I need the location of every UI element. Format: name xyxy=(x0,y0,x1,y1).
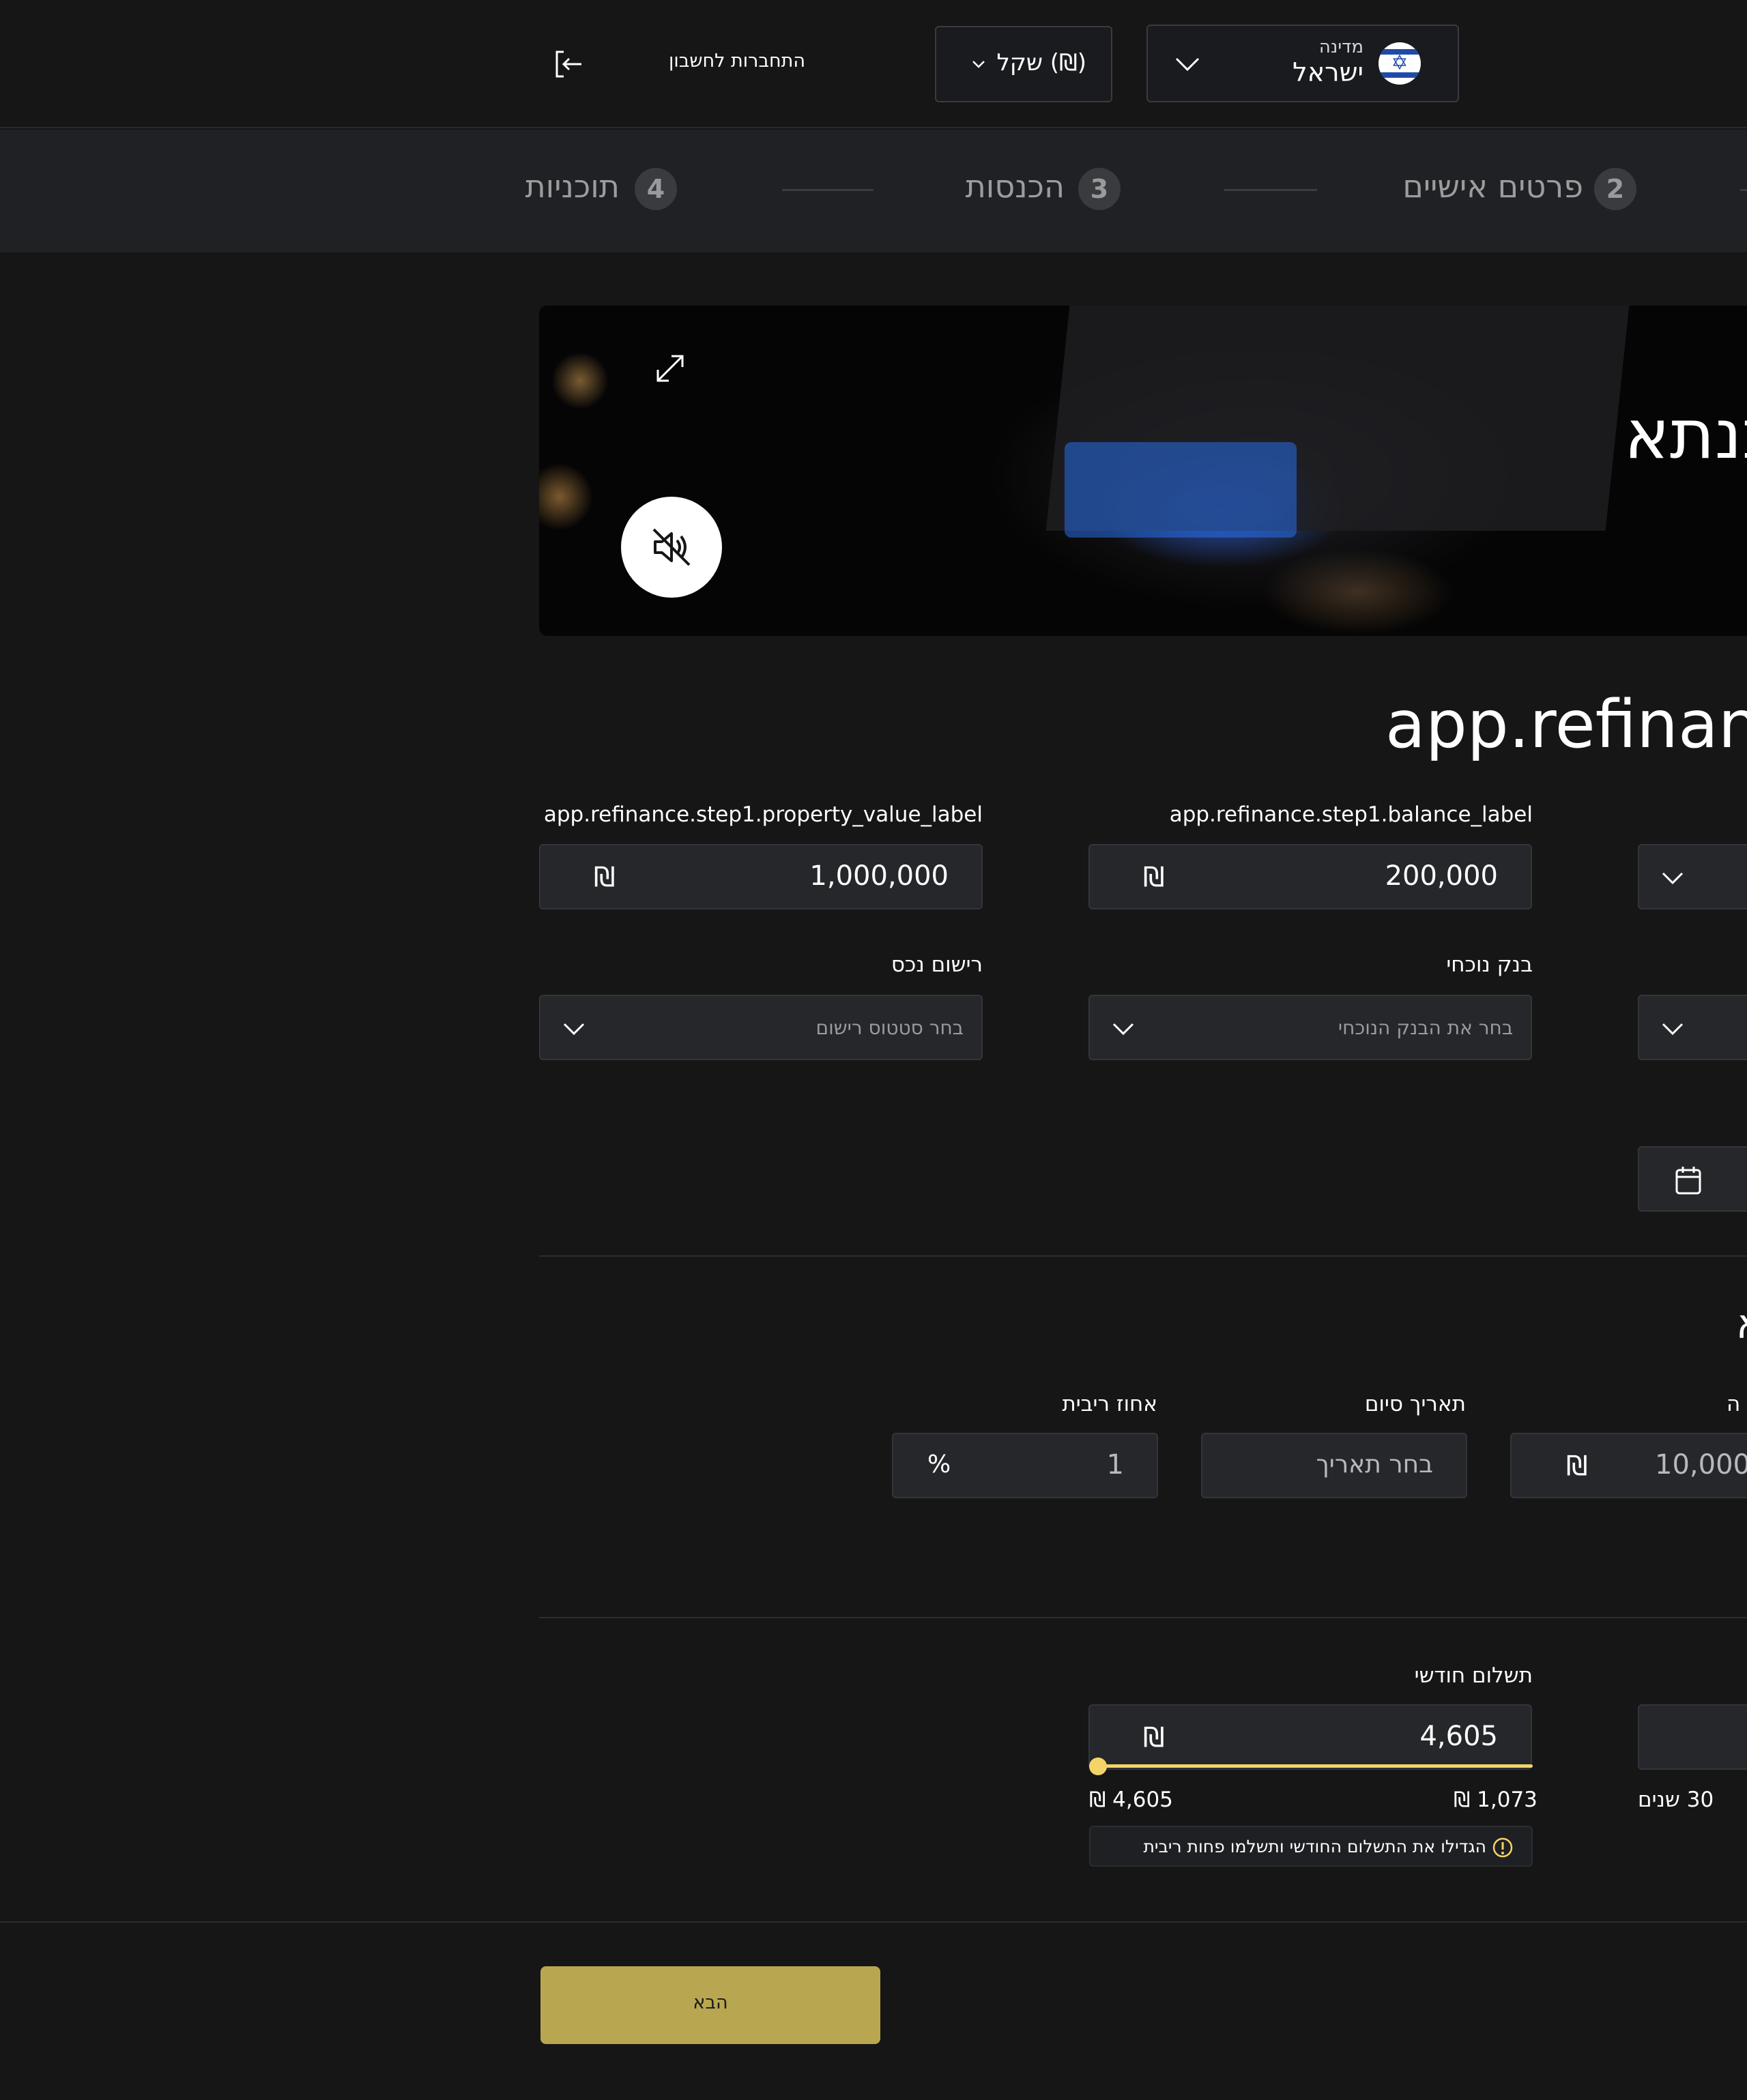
partial-amount-label: ה xyxy=(1727,1392,1741,1416)
property-registration-select[interactable]: בחר סטטוס רישום xyxy=(539,995,983,1060)
interest-rate-value: 1 xyxy=(1106,1449,1124,1481)
hint-box: הגדילו את התשלום החודשי ותשלמו פחות ריבי… xyxy=(1089,1826,1533,1867)
balance-value: 200,000 xyxy=(1385,860,1498,892)
slider-min-label: ₪ 4,605 xyxy=(1089,1788,1173,1812)
page-heading: app.refinanc xyxy=(1385,686,1747,763)
monthly-payment-value: 4,605 xyxy=(1419,1721,1498,1752)
israel-flag-icon: ✡ xyxy=(1378,42,1421,85)
calendar-icon xyxy=(1675,1167,1701,1195)
expand-icon[interactable] xyxy=(652,351,688,386)
property-value-input[interactable]: 1,000,000 ₪ xyxy=(539,844,983,909)
section-heading-partial: א xyxy=(1736,1300,1747,1348)
partial-amount-input[interactable]: 10,000 ₪ xyxy=(1510,1433,1747,1498)
period-input-partial[interactable] xyxy=(1638,1704,1747,1770)
hint-text: הגדילו את התשלום החודשי ותשלמו פחות ריבי… xyxy=(1143,1837,1486,1856)
monthly-payment-input[interactable]: 4,605 ₪ xyxy=(1088,1704,1532,1770)
shekel-icon: ₪ xyxy=(1143,1722,1165,1753)
currency-selector[interactable]: (₪) שקל xyxy=(935,26,1112,102)
currency-value: (₪) שקל xyxy=(996,49,1086,76)
balance-input[interactable]: 200,000 ₪ xyxy=(1088,844,1532,909)
progress-stepper: 2 פרטים אישיים 3 הכנסות 4 תוכניות xyxy=(0,130,1747,252)
step-number: 2 xyxy=(1594,168,1636,210)
interest-rate-label: אחוז ריבית xyxy=(1062,1392,1157,1416)
end-date-placeholder: בחר תאריך xyxy=(1316,1450,1433,1478)
select-input-partial[interactable] xyxy=(1638,844,1747,909)
chevron-down-icon xyxy=(972,61,985,68)
chevron-down-icon xyxy=(563,1023,585,1036)
section-divider xyxy=(539,1255,1747,1257)
monthly-payment-label: תשלום חודשי xyxy=(1414,1663,1533,1688)
monthly-payment-slider-thumb[interactable] xyxy=(1089,1758,1107,1775)
shekel-icon: ₪ xyxy=(1566,1450,1588,1482)
partial-amount-value: 10,000 xyxy=(1655,1449,1747,1481)
step-connector xyxy=(1224,189,1317,191)
current-bank-label: בנק נוכחי xyxy=(1446,952,1533,977)
period-label: 30 שנים xyxy=(1638,1788,1714,1812)
interest-rate-input[interactable]: 1 % xyxy=(892,1433,1158,1498)
property-registration-label: רישום נכס xyxy=(891,952,983,977)
chevron-down-icon xyxy=(1662,872,1684,885)
percent-icon: % xyxy=(927,1450,951,1478)
next-button-label: הבא xyxy=(693,1992,728,2013)
property-value-label: app.refinance.step1.property_value_label xyxy=(543,802,983,827)
select-input-partial[interactable] xyxy=(1638,995,1747,1060)
slider-max-label: ₪ 1,073 xyxy=(1454,1788,1537,1812)
current-bank-placeholder: בחר את הבנק הנוכחי xyxy=(1338,1017,1513,1039)
country-value: ישראל xyxy=(1293,57,1363,87)
step-label-personal: פרטים אישיים xyxy=(1402,168,1583,205)
top-bar: מדינה ישראל ✡ (₪) שקל התחברות לחשבון xyxy=(0,0,1747,128)
chevron-down-icon xyxy=(1112,1023,1134,1036)
step-number: 3 xyxy=(1078,168,1121,210)
property-registration-placeholder: בחר סטטוס רישום xyxy=(815,1017,964,1039)
section-divider xyxy=(539,1617,1747,1618)
next-button[interactable]: הבא xyxy=(540,1966,880,2044)
step-label-plans: תוכניות xyxy=(525,168,620,205)
monthly-payment-slider-track[interactable] xyxy=(1091,1764,1533,1768)
current-bank-select[interactable]: בחר את הבנק הנוכחי xyxy=(1088,995,1532,1060)
login-icon[interactable] xyxy=(554,49,584,79)
end-date-label: תאריך סיום xyxy=(1364,1392,1466,1416)
step-label-income: הכנסות xyxy=(965,168,1065,205)
mute-button[interactable] xyxy=(621,497,722,598)
shekel-icon: ₪ xyxy=(1143,862,1165,893)
shekel-icon: ₪ xyxy=(594,862,616,893)
step-connector xyxy=(782,189,874,191)
footer-divider xyxy=(0,1921,1747,1923)
step-connector xyxy=(1740,189,1747,191)
banner-pool-highlight xyxy=(1065,442,1297,538)
info-icon xyxy=(1492,1837,1513,1858)
mute-icon xyxy=(652,528,691,566)
balance-label: app.refinance.step1.balance_label xyxy=(1169,802,1533,827)
date-input-partial[interactable] xyxy=(1638,1146,1747,1212)
step-number: 4 xyxy=(635,168,677,210)
end-date-input[interactable]: בחר תאריך xyxy=(1201,1433,1467,1498)
video-banner[interactable]: בנתא xyxy=(539,306,1747,636)
chevron-down-icon xyxy=(1175,57,1200,72)
banner-title: בנתא xyxy=(1624,394,1747,474)
login-link[interactable]: התחברות לחשבון xyxy=(655,50,819,72)
property-value-value: 1,000,000 xyxy=(809,860,949,892)
chevron-down-icon xyxy=(1662,1023,1684,1036)
country-selector[interactable]: מדינה ישראל ✡ xyxy=(1146,25,1459,102)
country-label: מדינה xyxy=(1318,37,1363,57)
